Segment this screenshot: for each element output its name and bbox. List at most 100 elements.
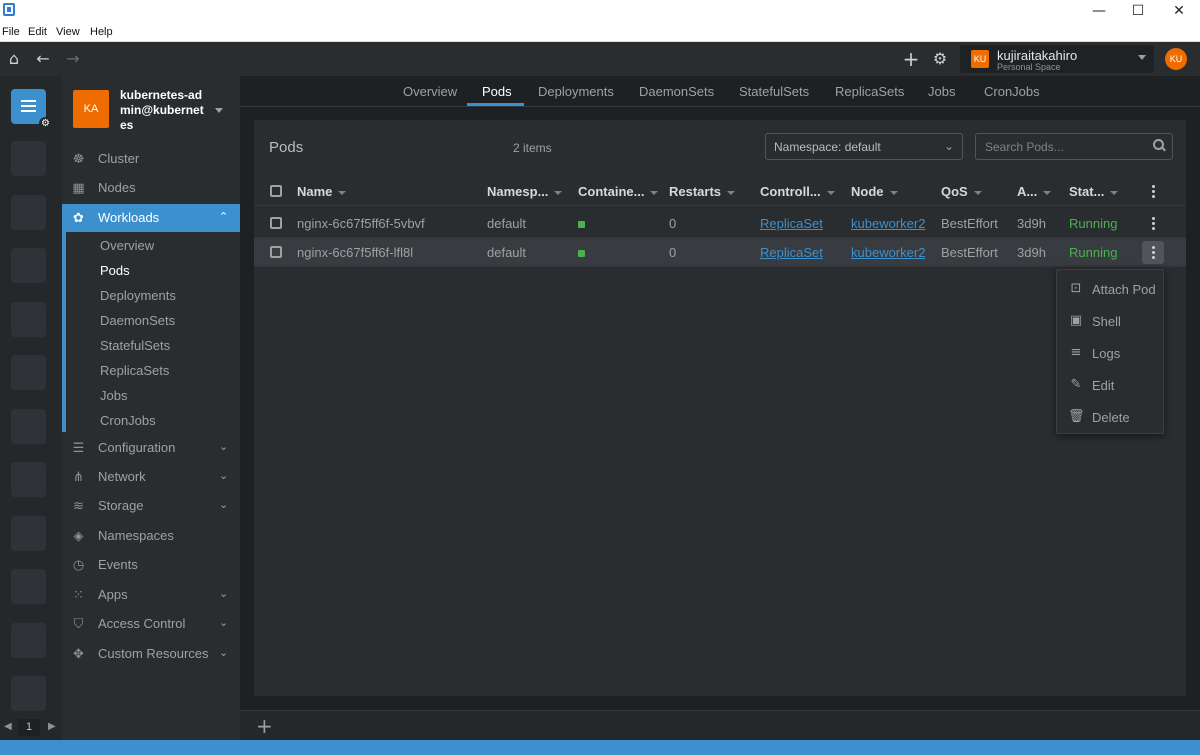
cluster-hotbar-button[interactable]: ⚙ — [11, 89, 52, 130]
sidebar-subitem-statefulsets[interactable]: StatefulSets — [100, 338, 170, 353]
tab-statefulsets[interactable]: StatefulSets — [739, 84, 809, 99]
hotbar-slot[interactable] — [11, 302, 46, 337]
pod-restarts: 0 — [669, 216, 677, 231]
menu-view[interactable]: View — [56, 26, 80, 38]
sidebar-subitem-jobs[interactable]: Jobs — [100, 388, 127, 403]
menu-item-shell[interactable]: ▣ Shell — [1057, 304, 1163, 336]
items-count: 2 items — [513, 141, 552, 155]
menu-item-attach-pod[interactable]: ⊡ Attach Pod — [1057, 272, 1163, 304]
cluster-header[interactable]: KA kubernetes-admin@kubernetes — [62, 76, 240, 144]
column-header-containers[interactable]: Containe... — [578, 184, 659, 199]
user-avatar[interactable]: KU — [1165, 48, 1187, 70]
column-header-qos[interactable]: QoS — [941, 184, 982, 199]
column-header-controller[interactable]: Controll... — [760, 184, 835, 199]
hotbar-slot[interactable] — [11, 676, 46, 711]
caret-down-icon — [1138, 55, 1146, 60]
hotbar-slot[interactable] — [11, 623, 46, 658]
add-icon[interactable]: + — [256, 714, 273, 738]
pencil-icon: ✎ — [1070, 377, 1082, 392]
sidebar-item-configuration[interactable]: ☰ Configuration ⌄ — [62, 434, 240, 462]
table-row[interactable]: nginx-6c67f5ff6f-5vbvf default 0 Replica… — [254, 209, 1186, 238]
column-header-name[interactable]: Name — [297, 184, 347, 199]
forward-icon[interactable]: → — [63, 50, 83, 68]
attach-icon: ⊡ — [1070, 281, 1082, 296]
tab-daemonsets[interactable]: DaemonSets — [639, 84, 714, 99]
terminal-icon: ▣ — [1069, 313, 1083, 328]
back-icon[interactable]: ← — [33, 50, 53, 68]
helm-icon: ☸ — [72, 152, 85, 167]
prev-page-icon[interactable]: ◀ — [4, 721, 12, 732]
next-page-icon[interactable]: ▶ — [48, 721, 56, 732]
column-header-node[interactable]: Node — [851, 184, 898, 199]
tab-pods[interactable]: Pods — [482, 84, 512, 99]
sidebar-subitem-overview[interactable]: Overview — [100, 238, 154, 253]
namespace-select[interactable]: Namespace: default ⌄ — [765, 133, 963, 160]
pod-qos: BestEffort — [941, 245, 998, 260]
hotbar-slot[interactable] — [11, 569, 46, 604]
sidebar-item-namespaces[interactable]: ◈ Namespaces — [62, 522, 240, 550]
namespace-select-value: Namespace: default — [774, 140, 881, 154]
row-menu-icon[interactable] — [1152, 246, 1156, 260]
sidebar-item-workloads[interactable]: ✿ Workloads ⌃ — [62, 204, 240, 232]
sidebar-item-events[interactable]: ◷ Events — [62, 551, 240, 579]
chevron-down-icon: ⌄ — [219, 440, 229, 453]
hotbar-slot[interactable] — [11, 516, 46, 551]
select-all-checkbox[interactable] — [270, 185, 282, 197]
sidebar-item-network[interactable]: ⋔ Network ⌄ — [62, 463, 240, 491]
tab-deployments[interactable]: Deployments — [538, 84, 614, 99]
sidebar-item-cluster[interactable]: ☸ Cluster — [62, 145, 240, 173]
column-header-status[interactable]: Stat... — [1069, 184, 1119, 199]
sidebar-item-access-control[interactable]: ⛉ Access Control ⌄ — [62, 610, 240, 638]
column-header-namespace[interactable]: Namesp... — [487, 184, 563, 199]
chevron-down-icon: ⌄ — [219, 498, 229, 511]
menu-file[interactable]: File — [2, 26, 20, 38]
hotbar-slot[interactable] — [11, 248, 46, 283]
sidebar-item-apps[interactable]: ⁙ Apps ⌄ — [62, 581, 240, 609]
pod-status: Running — [1069, 216, 1118, 231]
maximize-button[interactable]: ☐ — [1118, 0, 1158, 23]
workspace-selector[interactable]: KU kujiraitakahiro Personal Space — [960, 45, 1154, 73]
table-row[interactable]: nginx-6c67f5ff6f-lfl8l default 0 Replica… — [254, 238, 1186, 267]
column-header-restarts[interactable]: Restarts — [669, 184, 736, 199]
add-icon[interactable]: + — [901, 49, 921, 69]
node-link[interactable]: kubeworker2 — [851, 216, 925, 231]
sidebar-item-storage[interactable]: ≋ Storage ⌄ — [62, 492, 240, 520]
hotbar-slot[interactable] — [11, 195, 46, 230]
controller-link[interactable]: ReplicaSet — [760, 245, 823, 260]
sidebar-subitem-cronjobs[interactable]: CronJobs — [100, 413, 156, 428]
pod-name: nginx-6c67f5ff6f-lfl8l — [297, 245, 414, 260]
row-menu-icon[interactable] — [1152, 217, 1156, 231]
tab-overview[interactable]: Overview — [403, 84, 457, 99]
hotbar-slot[interactable] — [11, 409, 46, 444]
hotbar-slot[interactable] — [11, 141, 46, 176]
sidebar-item-custom-resources[interactable]: ✥ Custom Resources ⌄ — [62, 640, 240, 668]
shield-icon: ⛉ — [73, 617, 84, 632]
hotbar-slot[interactable] — [11, 462, 46, 497]
sidebar-subitem-pods[interactable]: Pods — [100, 263, 130, 278]
row-checkbox[interactable] — [270, 217, 282, 229]
column-header-age[interactable]: A... — [1017, 184, 1052, 199]
menu-item-edit[interactable]: ✎ Edit — [1057, 368, 1163, 400]
menu-item-logs[interactable]: ≡ Logs — [1057, 336, 1163, 368]
hotbar-slot[interactable] — [11, 355, 46, 390]
column-menu-icon[interactable] — [1152, 185, 1156, 199]
row-checkbox[interactable] — [270, 246, 282, 258]
menu-edit[interactable]: Edit — [28, 26, 47, 38]
sidebar-subitem-replicasets[interactable]: ReplicaSets — [100, 363, 169, 378]
menu-help[interactable]: Help — [90, 26, 113, 38]
sidebar-subitem-deployments[interactable]: Deployments — [100, 288, 176, 303]
controller-link[interactable]: ReplicaSet — [760, 216, 823, 231]
settings-gear-icon[interactable]: ⚙ — [930, 50, 950, 68]
home-icon[interactable]: ⌂ — [4, 50, 24, 68]
close-button[interactable]: ✕ — [1159, 0, 1199, 23]
sidebar-item-label: Nodes — [98, 180, 136, 195]
sidebar-item-nodes[interactable]: ▦ Nodes — [62, 174, 240, 202]
tab-cronjobs[interactable]: CronJobs — [984, 84, 1040, 99]
search-input[interactable]: Search Pods... — [975, 133, 1173, 160]
minimize-button[interactable]: — — [1079, 0, 1119, 23]
tab-replicasets[interactable]: ReplicaSets — [835, 84, 904, 99]
menu-item-delete[interactable]: 🗑 Delete — [1057, 400, 1163, 432]
tab-jobs[interactable]: Jobs — [928, 84, 955, 99]
node-link[interactable]: kubeworker2 — [851, 245, 925, 260]
sidebar-subitem-daemonsets[interactable]: DaemonSets — [100, 313, 175, 328]
